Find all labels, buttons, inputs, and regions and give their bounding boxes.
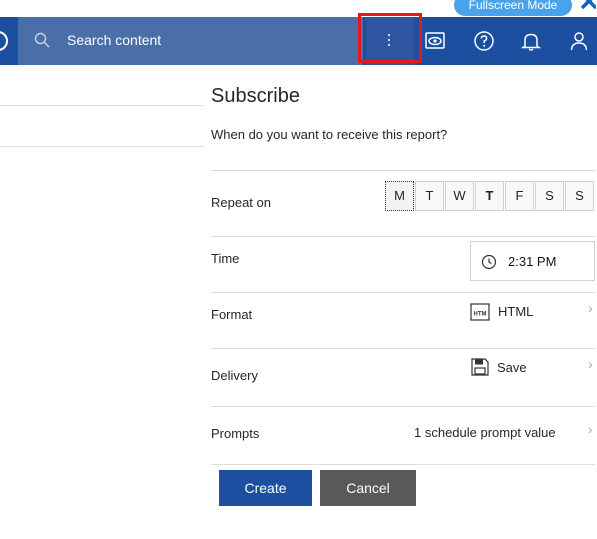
chevron-right-icon[interactable]: › [588, 356, 593, 372]
day-toggle-monday[interactable]: M [385, 181, 414, 211]
prompts-value[interactable]: 1 schedule prompt value [414, 425, 556, 440]
day-toggle-friday[interactable]: F [505, 181, 534, 211]
format-label: Format [211, 307, 253, 322]
top-header-bar: Search content [0, 17, 597, 65]
time-label: Time [211, 251, 240, 266]
chevron-right-icon[interactable]: › [588, 421, 593, 437]
repeat-on-label: Repeat on [211, 195, 271, 210]
divider [211, 406, 595, 407]
divider [211, 348, 595, 349]
divider [211, 292, 595, 293]
delivery-value[interactable]: Save [497, 360, 527, 375]
cancel-button[interactable]: Cancel [320, 470, 416, 506]
top-strip: Fullscreen Mode [0, 0, 597, 17]
panel-title: Subscribe [211, 85, 300, 107]
divider [0, 146, 204, 147]
day-toggle-sunday[interactable]: S [565, 181, 594, 211]
search-input[interactable]: Search content [67, 32, 161, 48]
close-icon[interactable] [580, 0, 597, 14]
time-picker[interactable]: 2:31 PM [470, 241, 595, 281]
create-button[interactable]: Create [219, 470, 312, 506]
search-icon [34, 32, 50, 53]
time-value: 2:31 PM [508, 254, 557, 269]
notification-bell-icon[interactable] [519, 29, 543, 53]
eye-icon[interactable] [423, 29, 447, 53]
fullscreen-mode-button[interactable]: Fullscreen Mode [454, 0, 572, 16]
weekday-selector: M T W T F S S [385, 181, 595, 211]
day-toggle-tuesday[interactable]: T [415, 181, 444, 211]
app-logo-icon[interactable] [0, 31, 8, 51]
day-toggle-wednesday[interactable]: W [445, 181, 474, 211]
divider [211, 464, 595, 465]
divider [211, 236, 595, 237]
prompts-label: Prompts [211, 426, 260, 441]
divider [0, 105, 204, 106]
day-toggle-thursday[interactable]: T [475, 181, 504, 211]
html-file-icon: HTM [470, 302, 490, 327]
day-toggle-saturday[interactable]: S [535, 181, 564, 211]
help-icon[interactable] [472, 29, 496, 53]
clock-icon [481, 254, 497, 275]
save-disk-icon [470, 357, 490, 382]
user-icon[interactable] [567, 29, 591, 53]
highlight-box [358, 13, 422, 63]
delivery-label: Delivery [211, 368, 258, 383]
format-value[interactable]: HTML [498, 304, 533, 319]
panel-subtitle: When do you want to receive this report? [211, 127, 448, 142]
divider [211, 170, 595, 171]
chevron-right-icon[interactable]: › [588, 300, 593, 316]
search-bar[interactable]: Search content [18, 17, 363, 65]
svg-text:HTM: HTM [474, 312, 487, 318]
